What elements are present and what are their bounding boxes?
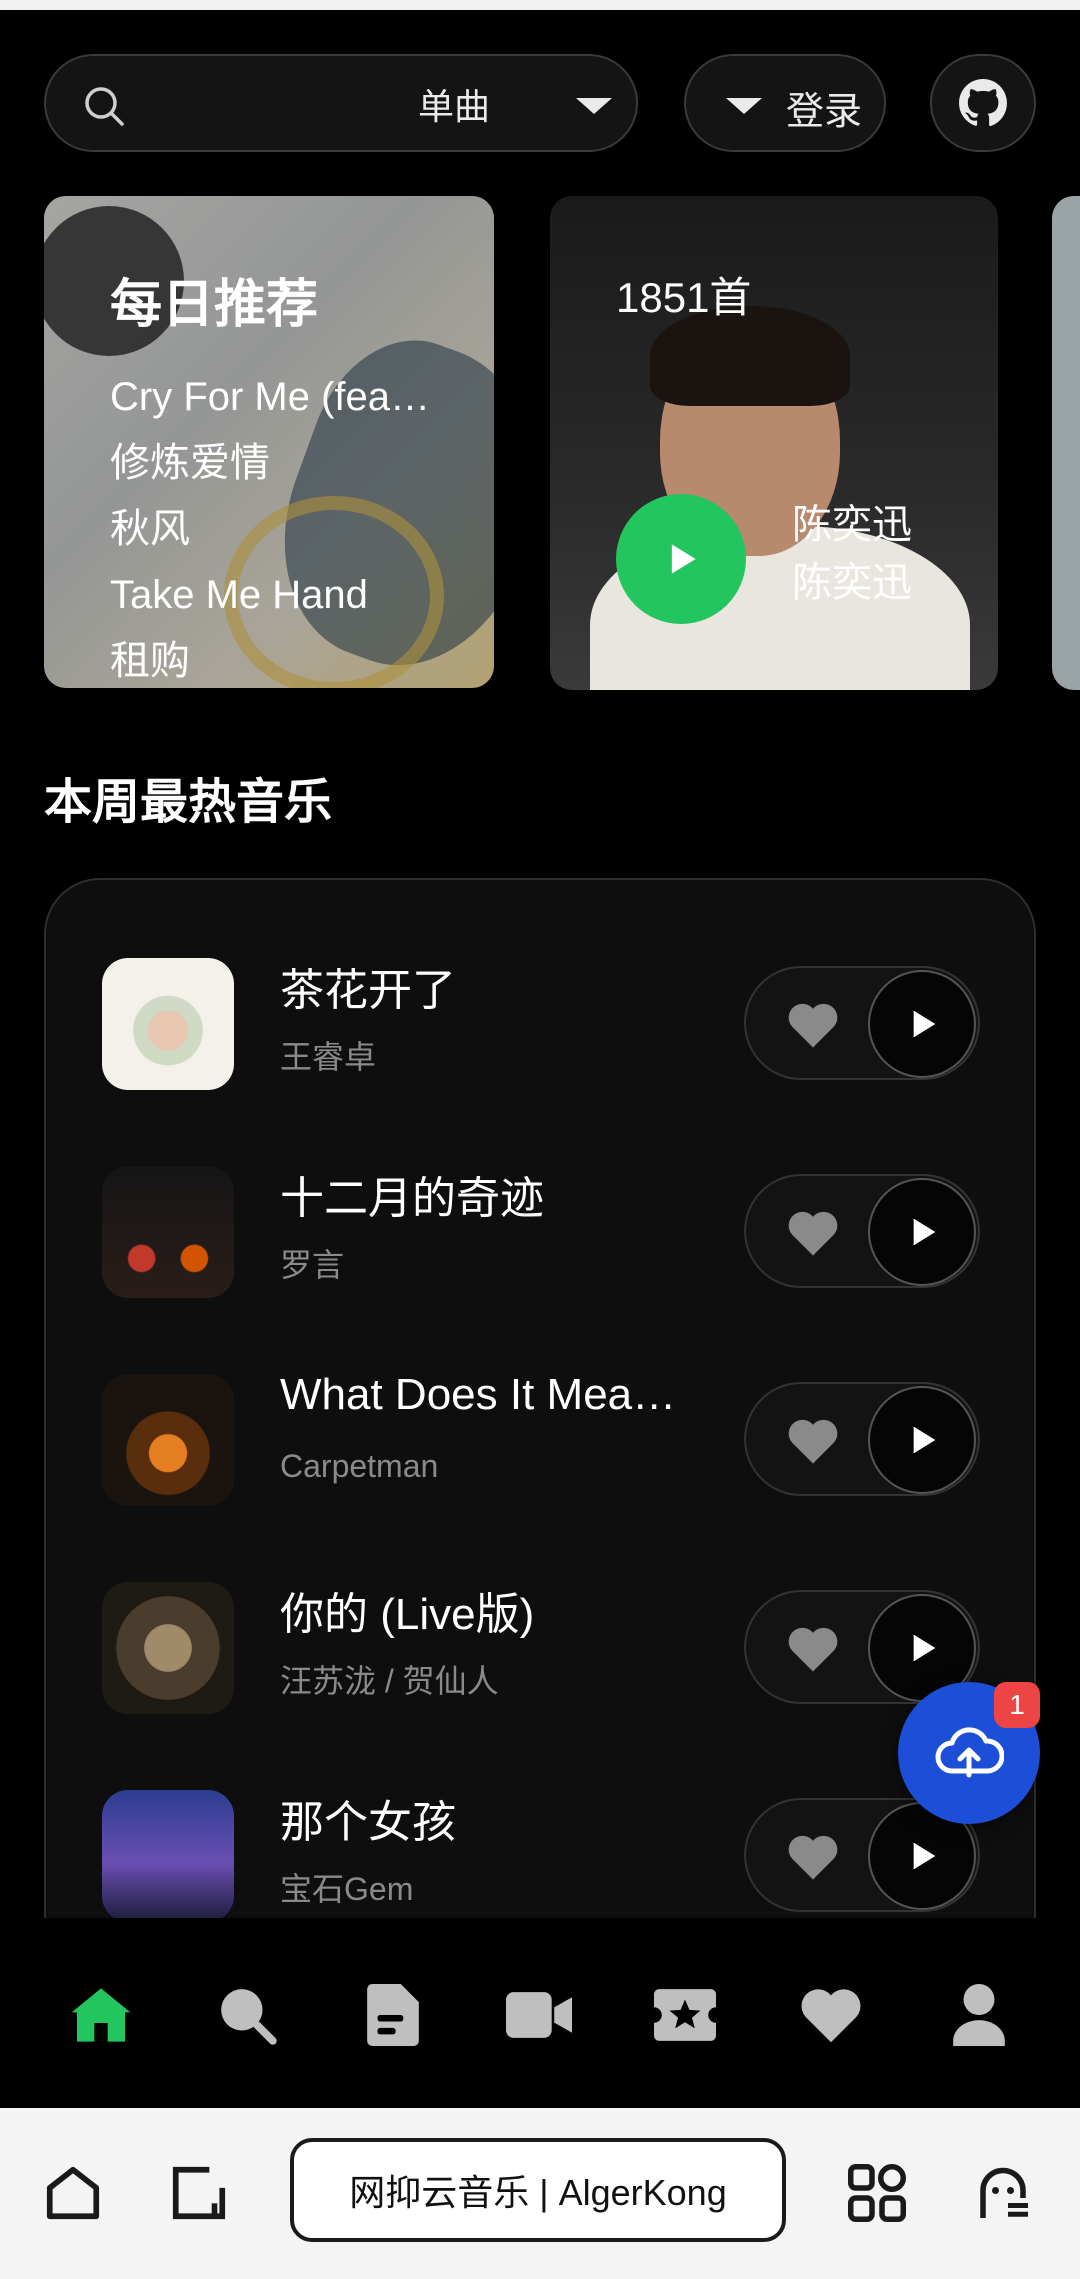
heart-icon[interactable] xyxy=(786,1208,840,1258)
album-cover xyxy=(102,1790,234,1918)
nav-home[interactable] xyxy=(66,1980,136,2050)
bottom-nav xyxy=(0,1918,1080,2108)
cloud-upload-icon xyxy=(935,1727,1004,1778)
github-button[interactable] xyxy=(930,54,1036,152)
list-item[interactable]: 十二月的奇迹 罗言 xyxy=(46,1152,1034,1302)
login-label: 登录 xyxy=(786,91,863,133)
song-count: 1851首 xyxy=(616,274,752,321)
song-title: 十二月的奇迹 xyxy=(280,1174,544,1223)
user-icon xyxy=(953,1984,1005,2046)
daily-title: 每日推荐 xyxy=(110,276,319,334)
artist-playlist-card[interactable]: 1851首 陈奕迅 陈奕迅 xyxy=(550,196,998,690)
play-icon xyxy=(913,1426,936,1454)
heart-icon[interactable] xyxy=(786,1416,840,1466)
song-artist[interactable]: Carpetman xyxy=(280,1448,438,1485)
album-cover xyxy=(102,1166,234,1298)
ghost-menu-icon xyxy=(980,2167,1028,2218)
daily-song: 修炼爱情 xyxy=(110,441,270,485)
browser-menu-button[interactable] xyxy=(968,2158,1038,2228)
song-title: 茶花开了 xyxy=(280,966,456,1015)
artist-names: 陈奕迅 陈奕迅 xyxy=(792,496,912,612)
chevron-down-icon xyxy=(726,98,762,114)
daily-song: Take Me Hand xyxy=(110,573,368,617)
artist-name: 陈奕迅 xyxy=(792,561,912,605)
song-artist[interactable]: 王睿卓 xyxy=(280,1032,376,1078)
notification-badge: 1 xyxy=(994,1682,1040,1728)
song-artist[interactable]: 汪苏泷 / 贺仙人 xyxy=(280,1656,499,1702)
search-icon xyxy=(221,1989,277,2045)
list-item[interactable]: What Does It Mean To You Carpetman xyxy=(46,1360,1034,1510)
page-title: 网抑云音乐 | AlgerKong xyxy=(349,2172,727,2213)
github-icon xyxy=(959,79,1007,127)
nav-search[interactable] xyxy=(212,1980,282,2050)
home-icon xyxy=(71,1988,131,2042)
daily-song-list: Cry For Me (feat. Ami) 修炼爱情 秋风 Take Me H… xyxy=(110,364,440,688)
search-input[interactable]: 单曲 xyxy=(44,54,638,152)
browser-tabs-button[interactable] xyxy=(164,2158,234,2228)
nav-profile[interactable] xyxy=(944,1980,1014,2050)
hot-song-list: 茶花开了 王睿卓 十二月的奇迹 罗言 What Does It Mean To … xyxy=(44,878,1036,1918)
artist-name: 陈奕迅 xyxy=(792,503,912,547)
heart-icon xyxy=(801,1989,861,2043)
status-strip xyxy=(0,0,1080,10)
home-outline-icon xyxy=(46,2166,100,2220)
song-actions xyxy=(744,966,980,1080)
album-cover xyxy=(102,1582,234,1714)
daily-recommend-card[interactable]: 每日推荐 Cry For Me (feat. Ami) 修炼爱情 秋风 Take… xyxy=(44,196,494,688)
login-button[interactable]: 登录 xyxy=(684,54,886,152)
search-icon xyxy=(85,87,124,126)
song-title: 那个女孩 xyxy=(280,1798,456,1847)
browser-toolbar: 网抑云音乐 | AlgerKong xyxy=(0,2108,1080,2279)
document-icon xyxy=(367,1984,419,2046)
song-title: What Does It Mean To You xyxy=(280,1370,700,1419)
chevron-down-icon[interactable] xyxy=(576,98,612,114)
song-actions xyxy=(744,1174,980,1288)
play-icon xyxy=(913,1842,936,1870)
heart-icon[interactable] xyxy=(786,1832,840,1882)
play-button[interactable] xyxy=(616,494,746,624)
daily-song: Cry For Me (feat. Ami) xyxy=(110,375,440,419)
song-title: 你的 (Live版) xyxy=(280,1590,535,1639)
nav-events[interactable] xyxy=(650,1980,720,2050)
browser-home-button[interactable] xyxy=(38,2158,108,2228)
next-card-peek[interactable] xyxy=(1052,196,1080,690)
play-icon xyxy=(913,1218,936,1246)
play-button[interactable] xyxy=(868,970,976,1078)
song-actions xyxy=(744,1382,980,1496)
nav-favorites[interactable] xyxy=(796,1980,866,2050)
nav-video[interactable] xyxy=(504,1980,574,2050)
album-cover xyxy=(102,1374,234,1506)
play-icon xyxy=(913,1634,936,1662)
list-item[interactable]: 茶花开了 王睿卓 xyxy=(46,944,1034,1094)
play-icon xyxy=(671,544,696,574)
video-icon xyxy=(506,1992,572,2038)
play-icon xyxy=(913,1010,936,1038)
grid-icon xyxy=(848,2164,906,2222)
section-title: 本周最热音乐 xyxy=(44,776,333,829)
ticket-star-icon xyxy=(654,1989,716,2041)
song-artist[interactable]: 罗言 xyxy=(280,1240,344,1286)
album-cover xyxy=(102,958,234,1090)
address-bar[interactable]: 网抑云音乐 | AlgerKong xyxy=(290,2138,786,2242)
new-tab-icon xyxy=(172,2166,226,2220)
search-type-label[interactable]: 单曲 xyxy=(418,78,490,130)
browser-apps-button[interactable] xyxy=(842,2158,912,2228)
song-artist[interactable]: 宝石Gem xyxy=(280,1864,413,1910)
nav-playlist[interactable] xyxy=(358,1980,428,2050)
play-button[interactable] xyxy=(868,1386,976,1494)
list-item[interactable]: 那个女孩 宝石Gem xyxy=(46,1776,1034,1918)
heart-icon[interactable] xyxy=(786,1000,840,1050)
daily-song: 秋风 xyxy=(110,507,190,551)
daily-song: 租购 xyxy=(110,639,190,683)
play-button[interactable] xyxy=(868,1178,976,1286)
heart-icon[interactable] xyxy=(786,1624,840,1674)
list-item[interactable]: 你的 (Live版) 汪苏泷 / 贺仙人 xyxy=(46,1568,1034,1718)
